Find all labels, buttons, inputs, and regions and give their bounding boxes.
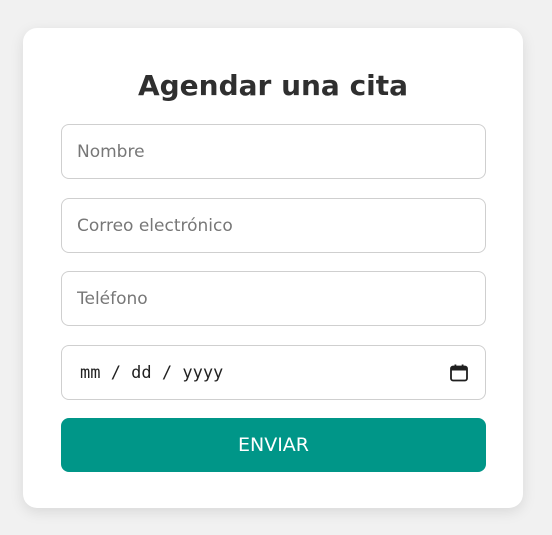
submit-button[interactable]: ENVIAR xyxy=(61,418,486,472)
name-input[interactable] xyxy=(61,124,486,179)
date-input[interactable]: mm / dd / yyyy xyxy=(61,345,486,400)
appointment-form-card: Agendar una cita mm / dd / yyyy ENVIAR xyxy=(23,28,523,508)
phone-input[interactable] xyxy=(61,271,486,326)
calendar-icon[interactable] xyxy=(449,363,469,383)
email-input[interactable] xyxy=(61,198,486,253)
date-placeholder: mm / dd / yyyy xyxy=(80,362,224,383)
form-title: Agendar una cita xyxy=(137,69,409,102)
